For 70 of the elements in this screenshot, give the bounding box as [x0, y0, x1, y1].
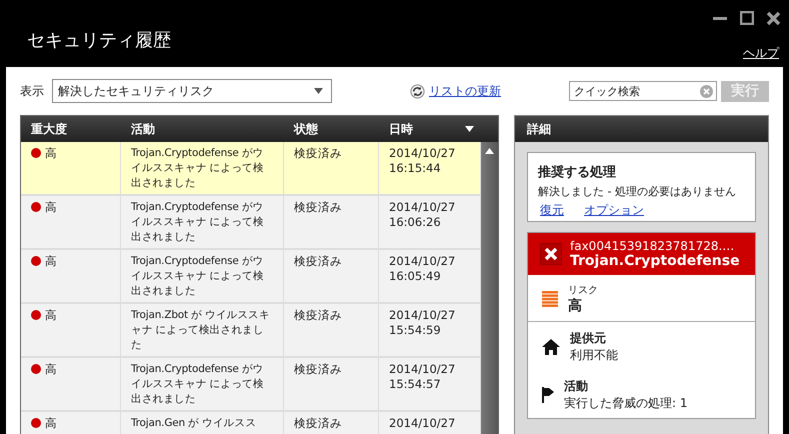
history-row[interactable]: 高 Trojan.Zbot が ウイルススキャナ によって検出されました 検疫済み 2014/10/27 15:54:59 [21, 304, 481, 358]
severity-text: 高 [45, 308, 57, 323]
history-row[interactable]: 高 Trojan.Cryptodefense がウイルススキャナ によって検出されました 検疫済み 2014/10/27 16:15:44 [21, 142, 481, 196]
severity-dot-icon [31, 418, 41, 428]
activity-text: Trojan.Zbot が ウイルススキャナ によって検出されました [131, 309, 270, 351]
action-link[interactable]: 復元 [540, 202, 564, 219]
activity-text: Trojan.Cryptodefense がウイルススキャナ によって検出されました [131, 255, 264, 297]
recommendation-text: 解決しました - 処理の必要はありません [538, 184, 737, 199]
sort-caret-icon[interactable] [465, 126, 474, 132]
quick-search-field[interactable]: クイック検索 [569, 81, 717, 101]
column-header[interactable]: 重大度 [21, 120, 121, 138]
refresh-list-link[interactable]: リストの更新 [429, 82, 501, 100]
status-text: 検疫済み [294, 146, 342, 160]
scrollbar[interactable] [481, 142, 498, 434]
datetime-text: 2014/10/27 16:15:44 [389, 146, 456, 175]
status-text: 検疫済み [294, 416, 342, 430]
history-row[interactable]: 高 Trojan.Gen が ウイルスス 検疫済み 2014/10/27 [21, 412, 481, 434]
section-label: 活動 [564, 378, 589, 395]
refresh-icon[interactable] [410, 84, 425, 98]
column-header[interactable]: 状態 [284, 120, 379, 138]
severity-text: 高 [45, 200, 57, 215]
view-label: 表示 [20, 82, 44, 100]
flag-icon [542, 387, 554, 403]
window-title: セキュリティ履歴 [27, 29, 171, 52]
severity-text: 高 [45, 146, 57, 161]
status-text: 検疫済み [294, 308, 342, 322]
severity-text: 高 [45, 362, 57, 377]
severity-dot-icon [31, 256, 41, 266]
threat-name: Trojan.Cryptodefense [570, 253, 740, 269]
datetime-text: 2014/10/27 15:54:59 [389, 308, 456, 337]
section-label: 提供元 [570, 330, 607, 347]
section-value: 高 [568, 297, 583, 315]
severity-dot-icon [31, 310, 41, 320]
datetime-text: 2014/10/27 16:05:49 [389, 254, 456, 283]
severity-text: 高 [45, 254, 57, 269]
close-icon[interactable] [766, 10, 781, 26]
history-row[interactable]: 高 Trojan.Cryptodefense がウイルススキャナ によって検出されました 検疫済み 2014/10/27 16:06:26 [21, 196, 481, 250]
activity-text: Trojan.Gen が ウイルスス [131, 417, 256, 429]
section-label: リスク [568, 284, 598, 297]
severity-dot-icon [31, 364, 41, 374]
view-dropdown[interactable]: 解決したセキュリティリスク [52, 79, 332, 103]
datetime-text: 2014/10/27 [389, 416, 456, 430]
status-text: 検疫済み [294, 362, 342, 376]
severity-text: 高 [45, 416, 57, 431]
help-link[interactable]: ヘルプ [743, 45, 779, 62]
datetime-text: 2014/10/27 16:06:26 [389, 200, 456, 229]
maximize-icon[interactable] [740, 11, 754, 25]
home-icon [542, 339, 560, 355]
risk-level-icon [542, 291, 558, 307]
activity-text: Trojan.Cryptodefense がウイルススキャナ によって検出されました [131, 201, 264, 243]
action-link[interactable]: オプション [584, 202, 644, 219]
close-mark-icon [540, 243, 562, 265]
severity-dot-icon [31, 202, 41, 212]
activity-text: Trojan.Cryptodefense がウイルススキャナ によって検出されました [131, 147, 264, 189]
scroll-up-icon[interactable] [485, 148, 494, 154]
recommendation-heading: 推奨する処理 [538, 164, 617, 181]
column-header[interactable]: 日時 [379, 120, 481, 138]
datetime-text: 2014/10/27 15:54:57 [389, 362, 456, 391]
severity-dot-icon [31, 148, 41, 158]
section-value: 実行した脅威の処理: 1 [564, 395, 688, 412]
status-text: 検疫済み [294, 200, 342, 214]
dropdown-caret-icon [314, 88, 323, 94]
threat-file-name: fax00415391823781728.… [570, 239, 736, 253]
section-value: 利用不能 [570, 347, 618, 364]
history-row[interactable]: 高 Trojan.Cryptodefense がウイルススキャナ によって検出されました 検疫済み 2014/10/27 16:05:49 [21, 250, 481, 304]
column-header[interactable]: 活動 [121, 120, 284, 138]
details-title: 詳細 [527, 120, 551, 138]
history-row[interactable]: 高 Trojan.Cryptodefense がウイルススキャナ によって検出されました 検疫済み 2014/10/27 15:54:57 [21, 358, 481, 412]
activity-text: Trojan.Cryptodefense がウイルススキャナ によって検出されました [131, 363, 264, 405]
status-text: 検疫済み [294, 254, 342, 268]
